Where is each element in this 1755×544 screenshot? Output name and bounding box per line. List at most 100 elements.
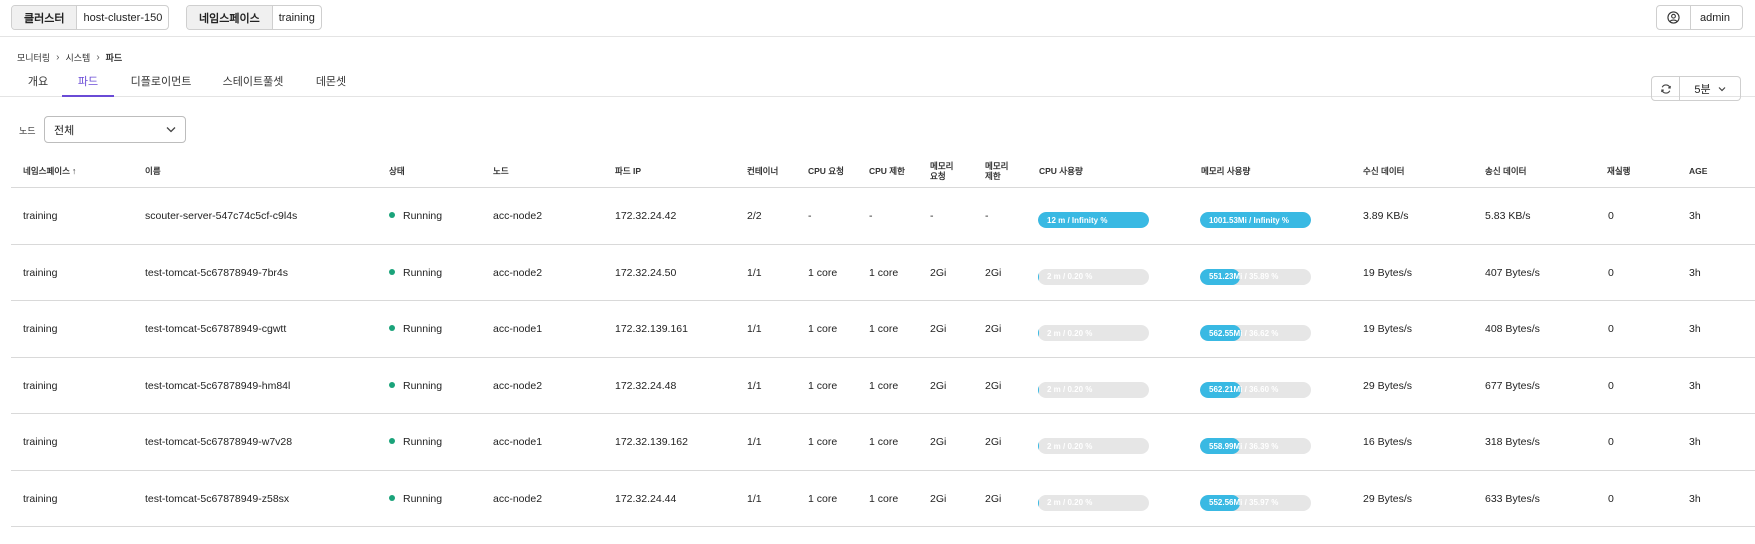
cell-tx: 5.83 KB/s: [1485, 210, 1531, 222]
cell-pod-ip: 172.32.139.162: [615, 436, 688, 448]
cell-cpu-request: -: [808, 210, 812, 222]
user-icon: [1657, 6, 1692, 29]
memory-usage-bar: 562.55Mi / 36.62 %: [1200, 325, 1311, 341]
column-header-cpu-request[interactable]: CPU 요청: [808, 153, 844, 188]
table-row[interactable]: training test-tomcat-5c67878949-7br4s Ru…: [11, 245, 1755, 301]
column-header-memory-usage[interactable]: 메모리 사용량: [1201, 153, 1250, 188]
cell-node: acc-node2: [493, 266, 543, 279]
cell-name[interactable]: test-tomcat-5c67878949-z58sx: [145, 471, 289, 527]
cell-tx: 633 Bytes/s: [1485, 492, 1540, 505]
tab-deployments[interactable]: 디플로이먼트: [126, 68, 196, 97]
cell-status: Running: [389, 245, 442, 301]
cell-tx: 677 Bytes/s: [1485, 379, 1540, 392]
cluster-value: host-cluster-150: [83, 11, 163, 24]
cell-containers: 2/2: [747, 210, 762, 222]
cell-cpu-usage: 12 m / Infinity %: [1038, 188, 1149, 244]
memory-usage-text: 558.99Mi / 36.39 %: [1209, 441, 1279, 451]
cell-memory-request: 2Gi: [930, 436, 947, 448]
cell-namespace: training: [23, 436, 58, 448]
interval-value: 5분: [1694, 83, 1711, 96]
cell-tx: 318 Bytes/s: [1485, 436, 1540, 448]
column-header-memory-limit[interactable]: 메모리 제한: [985, 153, 1015, 188]
refresh-button[interactable]: [1651, 76, 1680, 101]
cell-name[interactable]: test-tomcat-5c67878949-w7v28: [145, 414, 292, 470]
user-menu[interactable]: admin: [1656, 5, 1743, 30]
cell-memory-limit: 2Gi: [985, 492, 1002, 505]
tab-statefulsets[interactable]: 스테이트풀셋: [218, 68, 288, 97]
cell-memory-usage: 558.99Mi / 36.39 %: [1200, 414, 1311, 470]
cell-namespace: training: [23, 379, 58, 392]
cell-cpu-limit: 1 core: [869, 266, 899, 279]
node-filter-select[interactable]: 전체: [44, 116, 186, 143]
column-header-containers[interactable]: 컨테이너: [747, 153, 778, 188]
cell-memory-request: -: [930, 210, 934, 222]
cell-memory-limit: 2Gi: [985, 323, 1002, 335]
cell-node: acc-node2: [493, 379, 543, 392]
sort-asc-icon: ↑: [71, 165, 77, 176]
cell-memory-limit: -: [985, 210, 989, 222]
status-text: Running: [403, 379, 443, 392]
cell-name[interactable]: test-tomcat-5c67878949-cgwtt: [145, 301, 286, 357]
tab-overview[interactable]: 개요: [20, 68, 56, 97]
cell-memory-usage: 552.56Mi / 35.97 %: [1200, 471, 1311, 527]
cell-rx: 19 Bytes/s: [1363, 323, 1413, 335]
memory-usage-bar: 558.99Mi / 36.39 %: [1200, 438, 1311, 454]
status-running-icon: [389, 438, 395, 444]
breadcrumb-item[interactable]: 시스템: [65, 51, 90, 64]
column-header-tx[interactable]: 송신 데이터: [1485, 153, 1526, 188]
column-header-restarts[interactable]: 재실행: [1607, 153, 1630, 188]
cell-pod-ip: 172.32.24.44: [615, 492, 677, 505]
breadcrumb: 모니터링 › 시스템 › 파드: [17, 51, 122, 64]
cell-memory-request: 2Gi: [930, 266, 947, 279]
cell-memory-request: 2Gi: [930, 379, 947, 392]
cell-rx: 3.89 KB/s: [1363, 210, 1409, 222]
column-header-cpu-limit[interactable]: CPU 제한: [869, 153, 905, 188]
column-header-name[interactable]: 이름: [145, 153, 161, 188]
column-header-node[interactable]: 노드: [493, 153, 509, 188]
cell-status: Running: [389, 358, 442, 414]
breadcrumb-item[interactable]: 모니터링: [17, 51, 50, 64]
table-row[interactable]: training test-tomcat-5c67878949-w7v28 Ru…: [11, 414, 1755, 471]
cluster-selector[interactable]: 클러스터 host-cluster-150: [11, 5, 170, 30]
table-row[interactable]: training scouter-server-547c74c5cf-c9l4s…: [11, 188, 1755, 245]
table-row[interactable]: training test-tomcat-5c67878949-z58sx Ru…: [11, 471, 1755, 527]
column-header-cpu-usage[interactable]: CPU 사용량: [1039, 153, 1083, 188]
namespace-selector[interactable]: 네임스페이스 training: [186, 5, 322, 30]
cell-name[interactable]: test-tomcat-5c67878949-7br4s: [145, 245, 288, 301]
cell-status: Running: [389, 301, 442, 357]
cell-name[interactable]: test-tomcat-5c67878949-hm84l: [145, 358, 290, 414]
table-row[interactable]: training test-tomcat-5c67878949-hm84l Ru…: [11, 358, 1755, 414]
chevron-right-icon: ›: [96, 52, 100, 63]
cell-cpu-usage: 2 m / 0.20 %: [1038, 245, 1149, 301]
column-header-memory-request[interactable]: 메모리 요청: [930, 153, 960, 188]
table-row[interactable]: training test-tomcat-5c67878949-cgwtt Ru…: [11, 301, 1755, 358]
cpu-usage-text: 2 m / 0.20 %: [1047, 272, 1093, 281]
cell-status: Running: [389, 188, 442, 244]
cell-cpu-usage: 2 m / 0.20 %: [1038, 471, 1149, 527]
cell-node: acc-node1: [493, 323, 543, 335]
cell-name[interactable]: scouter-server-547c74c5cf-c9l4s: [145, 188, 297, 244]
cell-status: Running: [389, 414, 442, 470]
cell-namespace: training: [23, 210, 58, 222]
cell-namespace: training: [23, 266, 58, 279]
tab-daemonsets[interactable]: 데몬셋: [310, 68, 352, 97]
cell-rx: 16 Bytes/s: [1363, 436, 1413, 448]
interval-select[interactable]: 5분: [1680, 76, 1741, 101]
pods-table: 네임스페이스 ↑ 이름 상태 노드 파드 IP 컨테이너 CPU 요청 CPU 제…: [11, 153, 1755, 527]
chevron-down-icon: [1718, 86, 1726, 91]
cell-containers: 1/1: [747, 379, 762, 392]
cell-pod-ip: 172.32.24.48: [615, 379, 677, 392]
cpu-usage-bar: 2 m / 0.20 %: [1038, 438, 1149, 454]
column-header-rx[interactable]: 수신 데이터: [1363, 153, 1404, 188]
cell-age: 3h: [1689, 492, 1701, 505]
tab-pods[interactable]: 파드: [62, 68, 114, 97]
cell-containers: 1/1: [747, 436, 762, 448]
cell-restarts: 0: [1608, 323, 1614, 335]
memory-usage-bar: 552.56Mi / 35.97 %: [1200, 494, 1311, 511]
column-header-status[interactable]: 상태: [389, 153, 405, 188]
column-header-pod-ip[interactable]: 파드 IP: [615, 153, 641, 188]
column-header-age[interactable]: AGE: [1689, 153, 1707, 188]
cell-rx: 29 Bytes/s: [1363, 492, 1413, 505]
cell-node: acc-node2: [493, 210, 543, 222]
column-header-namespace[interactable]: 네임스페이스 ↑: [23, 153, 76, 188]
